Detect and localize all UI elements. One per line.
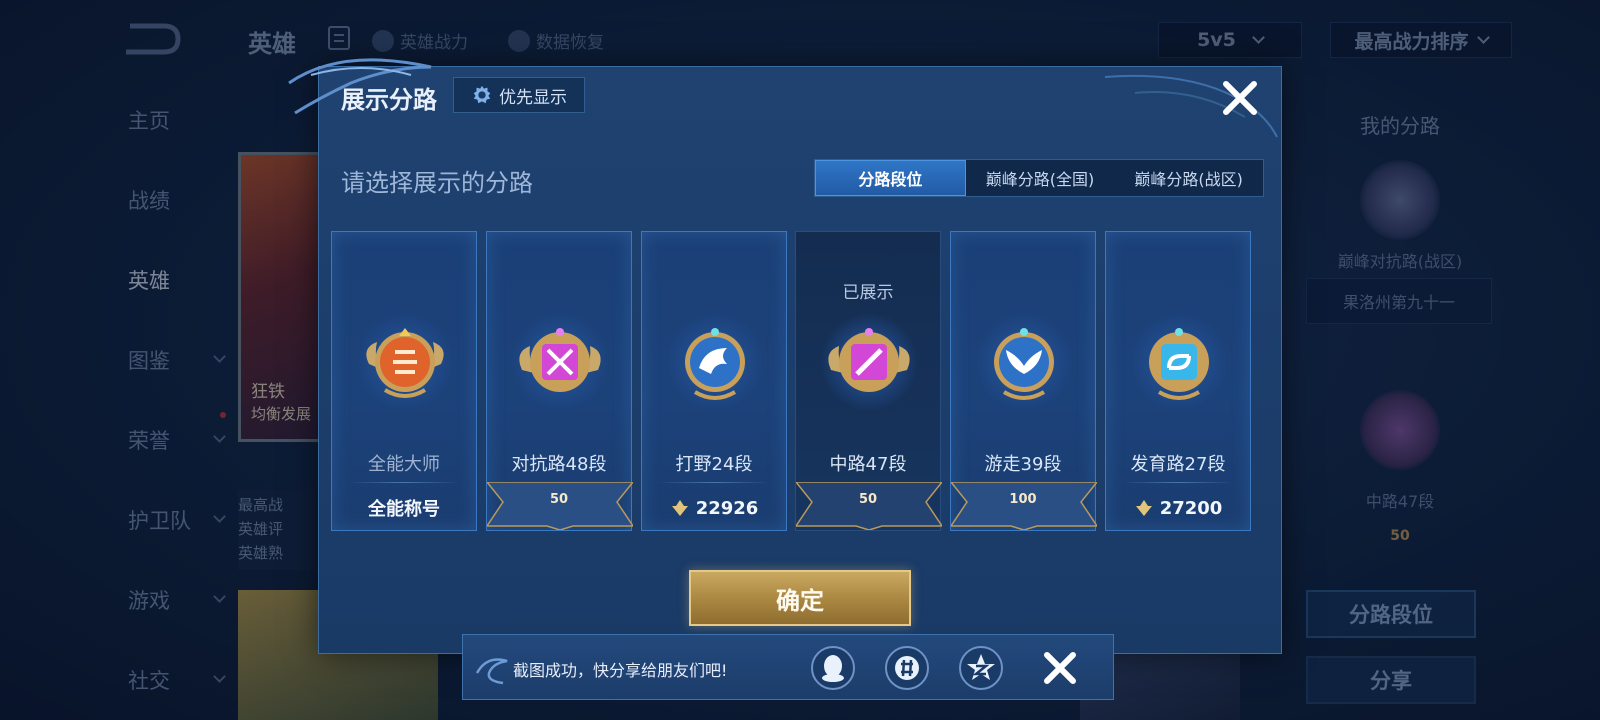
mid-lane-emblem-icon xyxy=(819,312,919,412)
qq-icon xyxy=(822,655,844,682)
route-card-list: 全能大师 全能称号 对抗路48段 50 打野24段 22926 已展示 中路47… xyxy=(331,231,1271,531)
rank-star-count: 50 xyxy=(549,492,569,507)
tab-route-rank[interactable]: 分路段位 xyxy=(815,160,966,196)
peak-score-value: 22926 xyxy=(695,497,759,519)
route-card-jungle[interactable]: 打野24段 22926 xyxy=(641,231,787,531)
route-card-title-badge: 全能称号 xyxy=(332,486,476,530)
priority-display-label: 优先显示 xyxy=(499,87,567,108)
priority-display-button[interactable]: 优先显示 xyxy=(453,77,585,113)
route-card-name: 中路47段 xyxy=(829,454,907,475)
rank-ribbon: 100 xyxy=(949,481,1099,531)
rank-ribbon: 50 xyxy=(485,481,635,531)
show-route-dialog: 展示分路 优先显示 请选择展示的分路 分路段位 巅峰分路(全国) 巅峰分路(战区… xyxy=(288,58,1282,654)
share-qq-button[interactable] xyxy=(811,646,855,690)
rank-star-count: 50 xyxy=(858,492,878,507)
route-card-roam[interactable]: 游走39段 100 xyxy=(949,231,1099,531)
farm-lane-emblem-icon xyxy=(1129,312,1229,412)
toast-message: 截图成功，快分享给朋友们吧! xyxy=(513,661,728,680)
rank-star-count: 100 xyxy=(1009,492,1037,507)
confirm-button[interactable]: 确定 xyxy=(689,570,911,626)
qzone-icon xyxy=(967,654,995,680)
divider xyxy=(1122,482,1234,483)
route-card-farm-lane[interactable]: 发育路27段 27200 xyxy=(1105,231,1251,531)
divider xyxy=(348,482,460,483)
shown-status-label: 已展示 xyxy=(842,283,894,303)
screenshot-share-toast: 截图成功，快分享给朋友们吧! xyxy=(462,634,1114,700)
close-icon[interactable] xyxy=(1041,649,1079,687)
peak-score: 22926 xyxy=(642,486,786,530)
share-wechat-moments-button[interactable] xyxy=(885,646,929,690)
route-card-name: 打野24段 xyxy=(675,454,753,475)
route-tabs: 分路段位 巅峰分路(全国) 巅峰分路(战区) xyxy=(814,159,1264,197)
peak-score-icon xyxy=(1135,500,1152,516)
rank-ribbon: 50 xyxy=(794,481,944,531)
dialog-title: 展示分路 xyxy=(341,86,437,114)
select-route-prompt: 请选择展示的分路 xyxy=(341,169,533,197)
gear-icon xyxy=(473,85,491,104)
peak-score-icon xyxy=(671,500,688,516)
route-card-name: 游走39段 xyxy=(984,454,1062,475)
route-card-clash-lane[interactable]: 对抗路48段 50 xyxy=(485,231,635,531)
route-card-name: 对抗路48段 xyxy=(511,454,607,475)
roam-emblem-icon xyxy=(974,312,1074,412)
peak-score: 27200 xyxy=(1106,486,1250,530)
clash-lane-emblem-icon xyxy=(510,312,610,412)
tab-peak-national[interactable]: 巅峰分路(全国) xyxy=(966,160,1115,196)
route-card-allround[interactable]: 全能大师 全能称号 xyxy=(331,231,477,531)
peak-score-value: 27200 xyxy=(1159,497,1223,519)
swirl-ornament-icon xyxy=(475,658,508,685)
jungle-emblem-icon xyxy=(665,312,765,412)
close-button[interactable] xyxy=(1221,79,1259,117)
route-card-name: 发育路27段 xyxy=(1130,454,1226,475)
wechat-moments-icon xyxy=(895,656,919,680)
share-qzone-button[interactable] xyxy=(959,646,1003,690)
divider xyxy=(658,482,770,483)
allround-title-label: 全能称号 xyxy=(368,499,440,520)
route-card-mid-lane[interactable]: 已展示 中路47段 50 xyxy=(794,231,944,531)
allround-emblem-icon xyxy=(355,312,455,412)
route-card-name: 全能大师 xyxy=(368,454,440,475)
close-icon xyxy=(1223,81,1257,115)
tab-peak-region[interactable]: 巅峰分路(战区) xyxy=(1114,160,1263,196)
